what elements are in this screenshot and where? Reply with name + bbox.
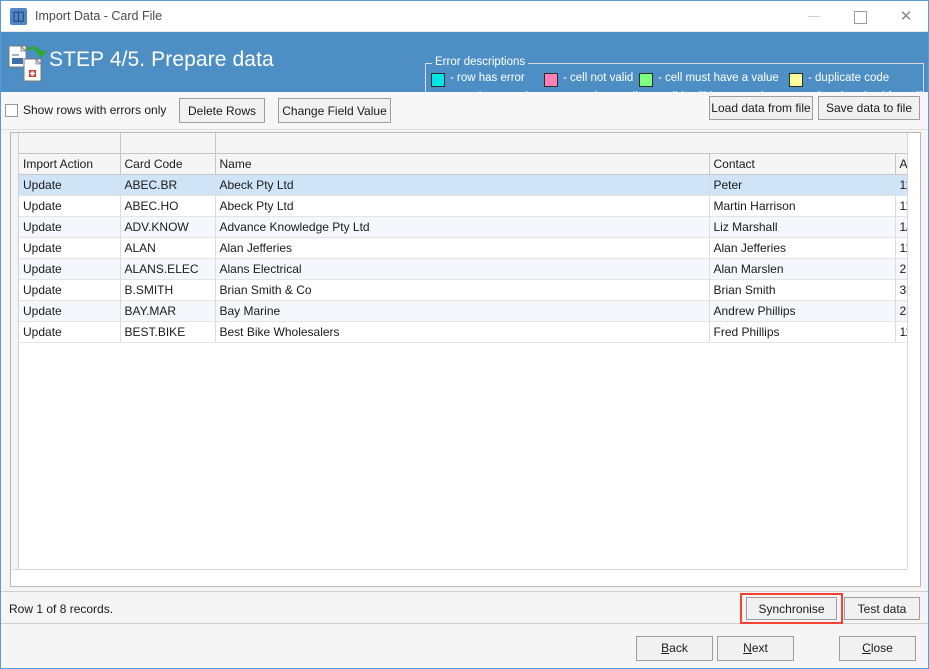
group-cell-3 <box>215 133 908 154</box>
cell-name[interactable]: Bay Marine <box>215 301 709 322</box>
cell-import-action[interactable]: Update <box>19 196 120 217</box>
cell-name[interactable]: Advance Knowledge Pty Ltd <box>215 217 709 238</box>
cell-name[interactable]: Brian Smith & Co <box>215 280 709 301</box>
next-mnemonic: N <box>743 641 752 655</box>
close-icon: ✕ <box>883 1 929 31</box>
cell-contact[interactable]: Fred Phillips <box>709 322 895 343</box>
table-row[interactable]: Update ADV.KNOW Advance Knowledge Pty Lt… <box>19 217 908 238</box>
column-header-contact[interactable]: Contact <box>709 154 895 175</box>
cell-contact[interactable]: Alan Jefferies <box>709 238 895 259</box>
cell-import-action[interactable]: Update <box>19 175 120 196</box>
legend-label-duplicate-code: - duplicate code <box>808 72 889 84</box>
table-row[interactable]: Update ABEC.BR Abeck Pty Ltd Peter 11 La… <box>19 175 908 196</box>
minimize-icon <box>808 16 820 17</box>
title-bar: ◫ Import Data - Card File ✕ <box>1 1 929 32</box>
column-header-name[interactable]: Name <box>215 154 709 175</box>
import-data-window: ◫ Import Data - Card File ✕ <box>0 0 929 669</box>
cell-contact[interactable]: Andrew Phillips <box>709 301 895 322</box>
legend-label-cell-must-have-value: - cell must have a value <box>658 72 779 84</box>
cell-name[interactable]: Abeck Pty Ltd <box>215 175 709 196</box>
swatch-row-has-error <box>431 73 445 87</box>
data-grid-viewport: Import Action Card Code Name Contact Add… <box>11 133 908 570</box>
app-icon: ◫ <box>10 8 27 25</box>
next-button[interactable]: Next <box>717 636 794 661</box>
window-title: Import Data - Card File <box>35 9 162 23</box>
cell-name[interactable]: Best Bike Wholesalers <box>215 322 709 343</box>
cell-contact[interactable]: Peter <box>709 175 895 196</box>
load-data-from-file-button[interactable]: Load data from file <box>709 96 813 120</box>
minimize-button[interactable] <box>791 1 837 31</box>
maximize-button[interactable] <box>837 1 883 31</box>
grid-empty-area <box>19 333 908 570</box>
test-data-button[interactable]: Test data <box>844 597 920 620</box>
table-row[interactable]: Update BEST.BIKE Best Bike Wholesalers F… <box>19 322 908 343</box>
back-button[interactable]: Back <box>636 636 713 661</box>
close-window-button[interactable]: ✕ <box>883 1 929 31</box>
show-errors-only-checkbox[interactable] <box>5 104 18 117</box>
app-icon-glyph: ◫ <box>10 8 27 25</box>
cell-import-action[interactable]: Update <box>19 259 120 280</box>
cell-contact[interactable]: Martin Harrison <box>709 196 895 217</box>
group-cell-2 <box>120 133 215 154</box>
cell-card-code[interactable]: ABEC.BR <box>120 175 215 196</box>
cell-card-code[interactable]: ABEC.HO <box>120 196 215 217</box>
cell-contact[interactable]: Liz Marshall <box>709 217 895 238</box>
cell-contact[interactable]: Alan Marslen <box>709 259 895 280</box>
row-indicator-column <box>11 133 19 570</box>
error-descriptions-legend-title: Error descriptions <box>432 56 528 68</box>
cell-card-code[interactable]: ALANS.ELEC <box>120 259 215 280</box>
back-mnemonic: B <box>661 641 669 655</box>
swatch-cell-not-valid <box>544 73 558 87</box>
back-label-rest: ack <box>669 641 688 655</box>
table-row[interactable]: Update ALANS.ELEC Alans Electrical Alan … <box>19 259 908 280</box>
column-header-row[interactable]: Import Action Card Code Name Contact Add… <box>19 154 908 175</box>
import-data-icon <box>7 40 49 84</box>
table-row[interactable]: Update ABEC.HO Abeck Pty Ltd Martin Harr… <box>19 196 908 217</box>
swatch-cell-must-have-value <box>639 73 653 87</box>
show-errors-only-label: Show rows with errors only <box>23 103 166 117</box>
cell-import-action[interactable]: Update <box>19 238 120 259</box>
cell-import-action[interactable]: Update <box>19 322 120 343</box>
legend-label-row-has-error: - row has error <box>450 72 525 84</box>
delete-rows-button[interactable]: Delete Rows <box>179 98 265 123</box>
synchronise-button[interactable]: Synchronise <box>746 597 837 620</box>
column-header-card-code[interactable]: Card Code <box>120 154 215 175</box>
cell-name[interactable]: Alan Jefferies <box>215 238 709 259</box>
close-button[interactable]: Close <box>839 636 916 661</box>
cell-card-code[interactable]: BAY.MAR <box>120 301 215 322</box>
cell-import-action[interactable]: Update <box>19 301 120 322</box>
table-row[interactable]: Update B.SMITH Brian Smith & Co Brian Sm… <box>19 280 908 301</box>
data-grid[interactable]: Import Action Card Code Name Contact Add… <box>10 132 921 587</box>
column-header-import-action[interactable]: Import Action <box>19 154 120 175</box>
cell-contact[interactable]: Brian Smith <box>709 280 895 301</box>
change-field-value-button[interactable]: Change Field Value <box>278 98 391 123</box>
horizontal-scrollbar[interactable]: ‹ › <box>12 569 907 570</box>
step-header: STEP 4/5. Prepare data Error description… <box>1 32 929 92</box>
cell-card-code[interactable]: BEST.BIKE <box>120 322 215 343</box>
next-label-rest: ext <box>752 641 768 655</box>
close-label-rest: lose <box>871 641 893 655</box>
group-panel-row <box>19 133 908 154</box>
save-data-to-file-button[interactable]: Save data to file <box>818 96 920 120</box>
data-grid-table: Import Action Card Code Name Contact Add… <box>19 133 908 343</box>
swatch-duplicate-code <box>789 73 803 87</box>
legend-label-cell-not-valid: - cell not valid <box>563 72 633 84</box>
table-row[interactable]: Update ALAN Alan Jefferies Alan Jefferie… <box>19 238 908 259</box>
table-row[interactable]: Update BAY.MAR Bay Marine Andrew Phillip… <box>19 301 908 322</box>
page-title: STEP 4/5. Prepare data <box>49 48 274 72</box>
cell-card-code[interactable]: ADV.KNOW <box>120 217 215 238</box>
cell-name[interactable]: Alans Electrical <box>215 259 709 280</box>
maximize-icon <box>854 11 867 24</box>
group-cell-1 <box>19 133 120 154</box>
close-mnemonic: C <box>862 641 871 655</box>
cell-name[interactable]: Abeck Pty Ltd <box>215 196 709 217</box>
cell-card-code[interactable]: ALAN <box>120 238 215 259</box>
cell-import-action[interactable]: Update <box>19 217 120 238</box>
cell-import-action[interactable]: Update <box>19 280 120 301</box>
cell-card-code[interactable]: B.SMITH <box>120 280 215 301</box>
status-text: Row 1 of 8 records. <box>9 602 113 616</box>
grid-right-edge-strip <box>907 133 908 569</box>
